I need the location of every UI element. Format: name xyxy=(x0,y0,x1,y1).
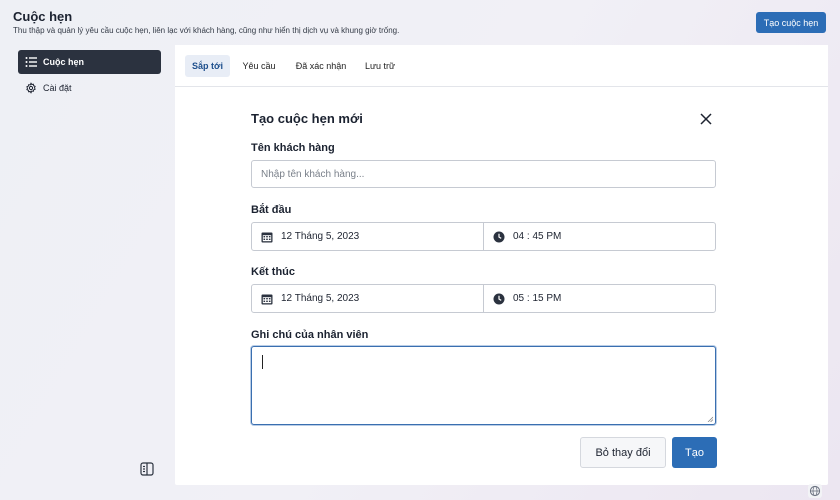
sidebar-item-label: Cuộc hẹn xyxy=(43,57,85,67)
page-subtitle: Thu thập và quản lý yêu cầu cuộc hẹn, li… xyxy=(13,26,400,35)
staff-note-textarea[interactable] xyxy=(251,346,716,425)
start-date-value: 12 Tháng 5, 2023 xyxy=(281,231,360,242)
sidebar-item-settings[interactable]: Cài đặt xyxy=(18,76,161,100)
gear-icon xyxy=(24,81,38,95)
start-date-picker[interactable]: 12 Tháng 5, 2023 xyxy=(252,223,484,250)
main-panel: Sắp tới Yêu cầu Đã xác nhận Lưu trữ Tạo … xyxy=(175,45,828,485)
end-label: Kết thúc xyxy=(251,266,295,278)
start-datetime: 12 Tháng 5, 2023 04 : 45 PM xyxy=(251,222,716,251)
start-time-value: 04 : 45 PM xyxy=(513,231,562,242)
end-date-value: 12 Tháng 5, 2023 xyxy=(281,293,360,304)
tab-upcoming[interactable]: Sắp tới xyxy=(185,55,230,77)
end-datetime: 12 Tháng 5, 2023 05 : 15 PM xyxy=(251,284,716,313)
discard-changes-button[interactable]: Bỏ thay đổi xyxy=(580,437,666,468)
form-title: Tạo cuộc hẹn mới xyxy=(251,111,363,126)
create-appointment-button[interactable]: Tạo cuộc hẹn xyxy=(756,12,826,33)
close-icon[interactable] xyxy=(699,112,713,126)
end-date-picker[interactable]: 12 Tháng 5, 2023 xyxy=(252,285,484,312)
calendar-icon xyxy=(261,293,273,305)
staff-note-label: Ghi chú của nhân viên xyxy=(251,329,369,341)
clock-icon xyxy=(493,293,505,305)
tab-requests[interactable]: Yêu cầu xyxy=(236,55,282,77)
tab-confirmed[interactable]: Đã xác nhận xyxy=(289,55,353,77)
list-icon xyxy=(24,55,38,69)
sidebar-item-appointments[interactable]: Cuộc hẹn xyxy=(18,50,161,74)
sidebar-collapse-icon[interactable] xyxy=(140,462,154,476)
start-label: Bắt đầu xyxy=(251,204,292,216)
tab-bar: Sắp tới Yêu cầu Đã xác nhận Lưu trữ xyxy=(175,45,828,87)
start-time-picker[interactable]: 04 : 45 PM xyxy=(484,223,715,250)
text-caret xyxy=(262,355,263,369)
customer-name-label: Tên khách hàng xyxy=(251,142,335,154)
globe-icon[interactable] xyxy=(808,484,822,498)
end-time-value: 05 : 15 PM xyxy=(513,293,562,304)
calendar-icon xyxy=(261,231,273,243)
clock-icon xyxy=(493,231,505,243)
tab-archive[interactable]: Lưu trữ xyxy=(359,55,401,77)
sidebar-item-label: Cài đặt xyxy=(43,83,72,93)
customer-name-input[interactable]: Nhập tên khách hàng... xyxy=(251,160,716,188)
page-title: Cuộc hẹn xyxy=(13,9,73,24)
submit-create-button[interactable]: Tạo xyxy=(672,437,717,468)
end-time-picker[interactable]: 05 : 15 PM xyxy=(484,285,715,312)
resize-handle-icon[interactable] xyxy=(707,416,713,422)
